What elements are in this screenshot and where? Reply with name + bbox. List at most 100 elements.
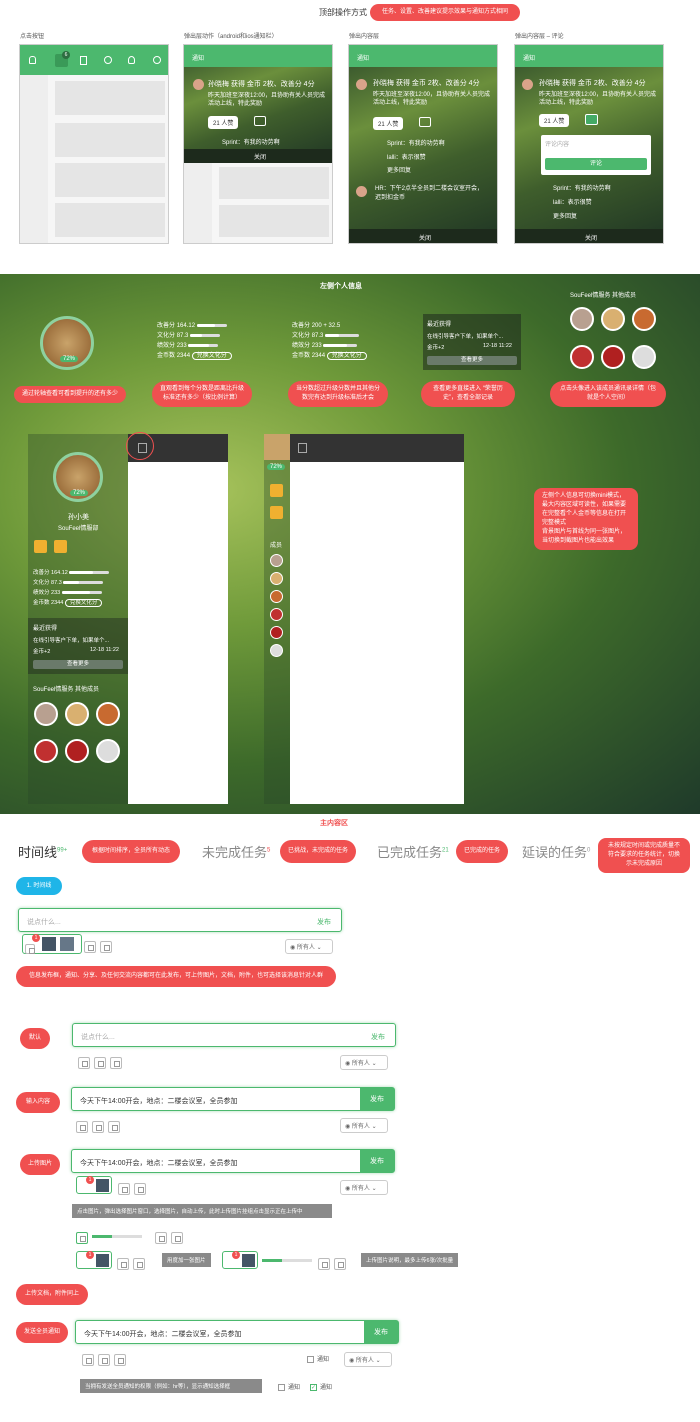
comment-input[interactable]: 评论内容: [545, 139, 569, 148]
gear-icon[interactable]: [104, 56, 112, 64]
document-icon[interactable]: [94, 1056, 106, 1069]
composer-input[interactable]: 今天下午14:00开会，地点：二楼会议室，全员参加: [80, 1158, 238, 1168]
document-icon[interactable]: [117, 1257, 129, 1270]
attachment-icon[interactable]: [108, 1120, 120, 1133]
attachment-icon[interactable]: [114, 1353, 126, 1366]
composer-input[interactable]: 说点什么...: [27, 917, 61, 927]
document-icon[interactable]: [98, 1353, 110, 1366]
member-avatar[interactable]: [34, 739, 58, 763]
composer-default[interactable]: 说点什么... 发布: [72, 1023, 396, 1047]
member-avatar[interactable]: [34, 702, 58, 726]
visibility-select[interactable]: ◉ 所有人 ⌄: [340, 1118, 388, 1133]
comment-submit-button[interactable]: 评论: [545, 158, 647, 170]
visibility-select[interactable]: ◉ 所有人 ⌄: [340, 1055, 388, 1070]
user-icon[interactable]: [29, 56, 36, 64]
badge-icon[interactable]: [270, 484, 283, 497]
mockup-click-button: 6: [19, 44, 169, 244]
member-avatar[interactable]: [632, 345, 656, 369]
image-icon[interactable]: [76, 1120, 88, 1133]
checkbox-icon[interactable]: [307, 1355, 314, 1363]
member-avatar[interactable]: [570, 345, 594, 369]
bulb-icon[interactable]: [128, 56, 135, 64]
document-icon[interactable]: [84, 940, 96, 953]
member-avatar[interactable]: [270, 572, 283, 585]
like-button[interactable]: 21 人赞: [208, 116, 239, 129]
tab-finished[interactable]: 已完成任务21: [377, 842, 449, 861]
publish-button[interactable]: 发布: [360, 1088, 394, 1110]
composer[interactable]: 说点什么... 发布: [18, 908, 342, 932]
comment-icon[interactable]: [254, 116, 266, 126]
tab-delayed[interactable]: 延误的任务0: [522, 842, 590, 861]
notice-title: 通知: [192, 56, 205, 62]
member-avatar[interactable]: [270, 608, 283, 621]
menu-toggle-icon[interactable]: [298, 443, 307, 453]
badge-icon[interactable]: [34, 540, 47, 553]
notify-checkbox[interactable]: 通知: [278, 1382, 300, 1391]
composer-upload-state[interactable]: 今天下午14:00开会，地点：二楼会议室，全员参加 发布: [71, 1149, 395, 1173]
badge-icon[interactable]: [54, 540, 67, 553]
image-upload-icon[interactable]: [25, 940, 39, 958]
composer-input[interactable]: 今天下午14:00开会，地点：二楼会议室，全员参加: [80, 1096, 238, 1106]
like-button[interactable]: 21 人赞: [373, 117, 404, 130]
member-avatar[interactable]: [65, 702, 89, 726]
stat-row: 文化分 87.3: [33, 578, 125, 588]
member-avatar[interactable]: [96, 739, 120, 763]
task-icon[interactable]: [80, 56, 87, 65]
attachment-icon[interactable]: [171, 1231, 183, 1244]
image-icon[interactable]: [25, 943, 35, 954]
exchange-button[interactable]: 兑换文化分: [64, 599, 103, 607]
attachment-icon[interactable]: [133, 1257, 145, 1270]
member-avatar[interactable]: [65, 739, 89, 763]
member-avatar[interactable]: [96, 702, 120, 726]
visibility-select[interactable]: ◉ 所有人 ⌄: [340, 1180, 388, 1195]
attachment-icon[interactable]: [334, 1257, 346, 1270]
member-avatar[interactable]: [270, 554, 283, 567]
publish-button[interactable]: 发布: [317, 917, 331, 927]
document-icon[interactable]: [118, 1182, 130, 1195]
attachment-icon[interactable]: [100, 940, 112, 953]
comment-icon[interactable]: [585, 114, 598, 125]
more-replies-link[interactable]: 更多回复: [387, 165, 411, 174]
publish-button[interactable]: 发布: [371, 1032, 385, 1042]
visibility-select[interactable]: ◉ 所有人 ⌄: [285, 939, 333, 954]
user-avatar[interactable]: [264, 434, 290, 460]
composer-input[interactable]: 说点什么...: [81, 1032, 115, 1042]
view-more-button[interactable]: 查看更多: [33, 660, 123, 669]
notify-checkbox-checked[interactable]: ✓ 通知: [310, 1382, 332, 1391]
power-icon[interactable]: [153, 56, 161, 64]
document-icon[interactable]: [318, 1257, 330, 1270]
attachment-icon[interactable]: [110, 1056, 122, 1069]
tab-timeline[interactable]: 时间线99+: [18, 842, 67, 861]
image-icon[interactable]: [82, 1353, 94, 1366]
member-avatar[interactable]: [270, 626, 283, 639]
like-button[interactable]: 21 人赞: [539, 114, 570, 127]
composer-input[interactable]: 今天下午14:00开会，地点：二楼会议室，全员参加: [84, 1329, 242, 1339]
publish-button[interactable]: 发布: [360, 1150, 394, 1172]
attachment-icon[interactable]: [134, 1182, 146, 1195]
tab-unfinished[interactable]: 未完成任务5: [202, 842, 270, 861]
notify-checkbox[interactable]: 通知: [307, 1354, 329, 1363]
comment-icon[interactable]: [419, 117, 431, 127]
document-icon[interactable]: [92, 1120, 104, 1133]
member-avatar[interactable]: [270, 590, 283, 603]
publish-button[interactable]: 发布: [364, 1321, 398, 1343]
badge-icon[interactable]: [270, 506, 283, 519]
image-icon[interactable]: [78, 1056, 90, 1069]
member-avatar[interactable]: [270, 644, 283, 657]
member-avatar[interactable]: [601, 345, 625, 369]
composer-notify-state[interactable]: 今天下午14:00开会，地点：二楼会议室，全员参加 发布: [75, 1320, 399, 1344]
exchange-button[interactable]: 兑换文化分: [191, 352, 232, 360]
document-icon[interactable]: [155, 1231, 167, 1244]
view-more-button[interactable]: 查看更多: [427, 356, 517, 365]
member-avatar[interactable]: [570, 307, 594, 331]
member-avatar[interactable]: [601, 307, 625, 331]
exchange-button[interactable]: 兑换文化分: [326, 352, 367, 360]
member-avatar[interactable]: [632, 307, 656, 331]
checkbox-icon[interactable]: [278, 1383, 285, 1391]
visibility-select[interactable]: ◉ 所有人 ⌄: [344, 1352, 392, 1367]
more-replies-link[interactable]: 更多回复: [553, 211, 577, 220]
composer-input-state[interactable]: 今天下午14:00开会，地点：二楼会议室，全员参加 发布: [71, 1087, 395, 1111]
checkbox-checked-icon[interactable]: ✓: [310, 1383, 317, 1391]
stat-row: 文化分 87.3: [292, 330, 402, 340]
image-icon[interactable]: [76, 1231, 88, 1244]
